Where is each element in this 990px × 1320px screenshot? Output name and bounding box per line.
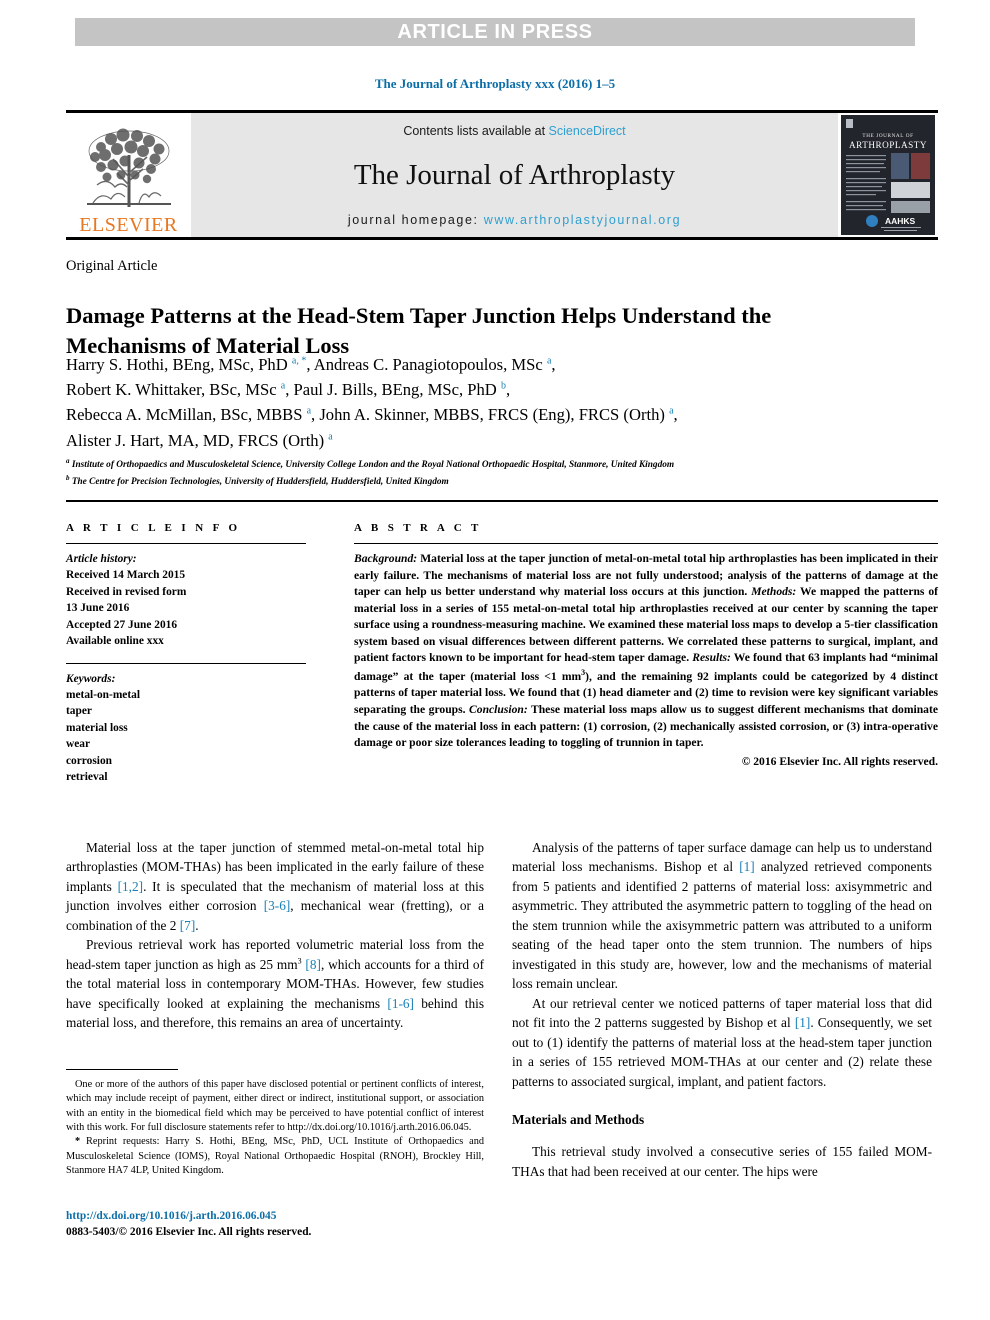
elsevier-logo: ELSEVIER — [66, 113, 191, 237]
sciencedirect-link[interactable]: ScienceDirect — [549, 124, 626, 138]
keywords-group: Keywords: metal-on-metal taper material … — [66, 671, 306, 786]
affiliation-item: b The Centre for Precision Technologies,… — [66, 474, 449, 488]
svg-text:THE JOURNAL OF: THE JOURNAL OF — [862, 133, 913, 139]
keyword-item: material loss — [66, 721, 128, 734]
contents-prefix: Contents lists available at — [403, 124, 549, 138]
footnote-block: One or more of the authors of this paper… — [66, 1078, 484, 1178]
citation-link[interactable]: [7] — [180, 918, 196, 933]
journal-masthead: ELSEVIER Contents lists available at Sci… — [66, 110, 938, 240]
contents-available-line: Contents lists available at ScienceDirec… — [403, 124, 625, 138]
body-paragraph: Material loss at the taper junction of s… — [66, 840, 485, 933]
journal-article-page: ARTICLE IN PRESS The Journal of Arthropl… — [0, 0, 990, 1320]
keyword-item: retrieval — [66, 771, 108, 784]
citation-link[interactable]: [1] — [739, 859, 755, 874]
journal-title: The Journal of Arthroplasty — [353, 159, 676, 191]
section-heading-materials-and-methods: Materials and Methods — [512, 1112, 645, 1128]
history-line: Available online xxx — [66, 635, 164, 648]
svg-text:AAHKS: AAHKS — [885, 216, 916, 226]
article-history-label: Article history: — [66, 553, 137, 565]
abstract-heading: A B S T R A C T — [354, 522, 482, 534]
abstract-body: Background: Material loss at the taper j… — [354, 552, 938, 750]
running-head: The Journal of Arthroplasty xxx (2016) 1… — [374, 76, 616, 91]
body-paragraph: Previous retrieval work has reported vol… — [66, 937, 484, 1031]
abstract-copyright: © 2016 Elsevier Inc. All rights reserved… — [741, 754, 938, 768]
disclosure-footnote: One or more of the authors of this paper… — [66, 1079, 484, 1133]
elsevier-wordmark: ELSEVIER — [79, 214, 178, 236]
keywords-label: Keywords: — [66, 672, 116, 685]
svg-text:ARTHROPLASTY: ARTHROPLASTY — [849, 140, 927, 150]
journal-homepage-link[interactable]: www.arthroplastyjournal.org — [484, 213, 681, 227]
keyword-item: taper — [66, 705, 92, 718]
citation-link[interactable]: [1] — [795, 1015, 811, 1030]
article-info-rule — [66, 543, 306, 544]
body-paragraph: This retrieval study involved a consecut… — [512, 1144, 932, 1179]
keywords-rule — [66, 662, 306, 664]
keyword-item: wear — [66, 738, 91, 751]
doi-link[interactable]: http://dx.doi.org/10.1016/j.arth.2016.06… — [66, 1209, 496, 1225]
history-line: Accepted 27 June 2016 — [66, 618, 178, 631]
imprint-block: http://dx.doi.org/10.1016/j.arth.2016.06… — [66, 1209, 496, 1240]
keyword-item: corrosion — [66, 754, 112, 767]
affiliation-item: a Institute of Orthopaedics and Musculos… — [66, 457, 675, 471]
article-history-group: Article history: Received 14 March 2015 … — [66, 551, 306, 650]
abstract-rule — [354, 543, 938, 544]
citation-link[interactable]: [3-6] — [264, 898, 291, 913]
body-column-right: Analysis of the patterns of taper surfac… — [512, 838, 932, 1181]
body-paragraph: Analysis of the patterns of taper surfac… — [512, 840, 932, 992]
reprint-footnote: * Reprint requests: Harry S. Hothi, BEng… — [66, 1136, 484, 1176]
body-column-left: Material loss at the taper junction of s… — [66, 838, 484, 1033]
journal-cover-image: THE JOURNAL OF ARTHROPLASTY AAHKS — [841, 115, 935, 235]
citation-link[interactable]: [1,2] — [118, 879, 143, 894]
article-info-heading: A R T I C L E I N F O — [66, 522, 241, 534]
homepage-prefix: journal homepage: — [347, 213, 484, 227]
history-line: Received 14 March 2015 — [66, 569, 186, 582]
elsevier-tree-icon — [86, 128, 171, 207]
history-line: 13 June 2016 — [66, 602, 130, 615]
disclosure-doi-link[interactable]: http://dx.doi.org/10.1016/j.arth.2016.06… — [287, 1122, 468, 1133]
body-paragraph: At our retrieval center we noticed patte… — [512, 995, 932, 1089]
article-in-press-banner: ARTICLE IN PRESS — [75, 18, 915, 46]
masthead-center: Contents lists available at ScienceDirec… — [191, 113, 838, 237]
affiliation-list: a Institute of Orthopaedics and Musculos… — [66, 456, 926, 490]
issn-copyright-line: 0883-5403/© 2016 Elsevier Inc. All right… — [66, 1225, 312, 1238]
journal-cover-thumbnail: THE JOURNAL OF ARTHROPLASTY AAHKS — [838, 113, 938, 237]
journal-homepage-line: journal homepage: www.arthroplastyjourna… — [348, 213, 681, 227]
article-info-column: A R T I C L E I N F O Article history: R… — [66, 522, 306, 785]
keyword-item: metal-on-metal — [66, 688, 141, 701]
citation-link[interactable]: [8] — [305, 957, 321, 972]
author-list: Harry S. Hothi, BEng, MSc, PhD a, *, And… — [66, 355, 678, 450]
abstract-column: A B S T R A C T Background: Material los… — [354, 522, 938, 768]
history-line: Received in revised form — [66, 585, 187, 598]
article-type-label: Original Article — [66, 258, 158, 274]
header-divider-rule — [66, 500, 938, 502]
citation-link[interactable]: [1-6] — [387, 996, 414, 1011]
footnote-divider-rule — [66, 1069, 178, 1070]
